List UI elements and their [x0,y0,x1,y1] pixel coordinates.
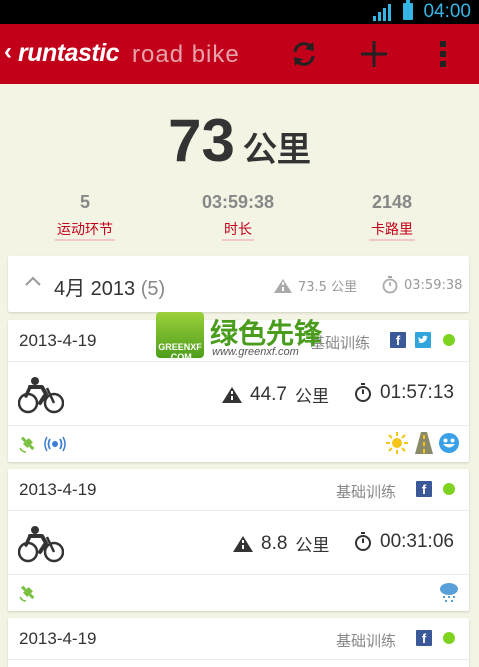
road-icon [222,386,242,403]
month-distance: 73.5 公里 [274,276,357,295]
stat-duration-value: 03:59:38 [201,192,275,212]
overflow-menu-icon [440,41,446,67]
session-distance: 44.7 公里 [222,382,329,407]
rain-cloud-icon [440,583,458,602]
gps-icon [19,585,35,602]
sunny-icon [386,432,408,454]
action-bar: ‹ runtastic road bike [0,24,479,84]
session-card[interactable]: 2013-4-19 基础训练 f [8,618,469,667]
back-icon[interactable]: ‹ [4,38,12,66]
facebook-icon[interactable]: f [416,481,432,497]
cyclist-icon [18,377,64,414]
road-icon [274,278,292,293]
session-duration-value: 01:57:13 [380,382,454,403]
chevron-up-icon[interactable] [24,275,42,287]
heart-rate-sensor-icon [44,436,66,452]
month-count: (5) [140,278,166,300]
gps-icon [19,436,35,453]
road-icon [415,432,433,454]
cyclist-icon [18,526,64,563]
session-header: 2013-4-19 基础训练 f [8,469,469,511]
total-distance-value: 73 [168,107,235,174]
stopwatch-icon [382,276,398,294]
stat-duration: 03:59:38 时长 [178,192,298,241]
stat-sessions: 5 运动环节 [25,192,145,241]
session-body: 8.8 公里 00:31:06 [8,511,469,575]
session-distance-unit: 公里 [294,387,329,407]
session-duration: 00:31:06 [354,531,454,553]
status-bar: 04:00 [0,0,479,24]
twitter-icon[interactable] [415,332,431,348]
facebook-icon[interactable]: f [390,332,406,348]
stat-duration-label: 时长 [222,219,254,241]
app-brand[interactable]: runtastic [18,39,120,68]
session-body: 44.7 公里 01:57:13 [8,362,469,426]
status-indicator-icon [443,632,455,644]
summary-panel: 73 公里 5 运动环节 03:59:38 时长 2148 卡路里 [0,84,479,254]
month-distance-value: 73.5 公里 [298,280,358,295]
stopwatch-icon [355,532,371,551]
watermark-url: www.greenxf.com [212,346,299,358]
month-label: 4月 2013 (5) [54,272,165,301]
session-type: 基础训练 [336,632,397,650]
session-footer [8,426,469,462]
total-distance: 73 公里 [0,106,479,175]
session-type: 基础训练 [336,483,397,501]
add-icon [361,41,387,67]
battery-icon [403,0,413,20]
month-name: 4月 2013 [54,278,136,300]
session-duration: 01:57:13 [354,382,454,404]
stopwatch-icon [355,383,371,402]
session-footer [8,575,469,611]
status-indicator-icon [443,334,455,346]
session-distance-unit: 公里 [295,536,330,556]
session-card[interactable]: 2013-4-19 基础训练 f 8.8 公里 00:31:06 [8,469,469,611]
watermark-logo: GREENXF .COM [156,312,204,362]
session-date: 2013-4-19 [19,480,97,499]
month-group-header[interactable]: 4月 2013 (5) 73.5 公里 03:59:38 [8,256,469,312]
stat-calories: 2148 卡路里 [332,192,452,241]
total-distance-unit: 公里 [242,130,311,170]
stat-sessions-value: 5 [79,192,90,212]
stat-calories-value: 2148 [371,192,413,212]
session-duration-value: 00:31:06 [380,531,454,552]
session-distance: 8.8 公里 [233,531,329,556]
month-duration: 03:59:38 [382,276,462,294]
status-time: 04:00 [423,1,471,22]
session-date: 2013-4-19 [19,331,97,350]
happy-face-icon [439,433,459,453]
session-distance-value: 8.8 [261,532,288,554]
facebook-icon[interactable]: f [416,630,432,646]
stat-calories-label: 卡路里 [369,219,415,241]
add-button[interactable] [354,34,394,74]
road-icon [233,535,253,552]
overflow-menu-button[interactable] [423,34,463,74]
session-header: 2013-4-19 基础训练 f [8,618,469,660]
session-distance-value: 44.7 [250,383,287,405]
watermark: GREENXF .COM 绿色先锋 www.greenxf.com [156,312,356,362]
stat-sessions-label: 运动环节 [55,219,115,241]
app-subtitle: road bike [132,41,240,68]
session-date: 2013-4-19 [19,629,97,648]
status-indicator-icon [443,483,455,495]
refresh-button[interactable] [284,34,324,74]
signal-icon [373,4,391,21]
refresh-icon [293,42,315,66]
month-duration-value: 03:59:38 [404,277,463,293]
